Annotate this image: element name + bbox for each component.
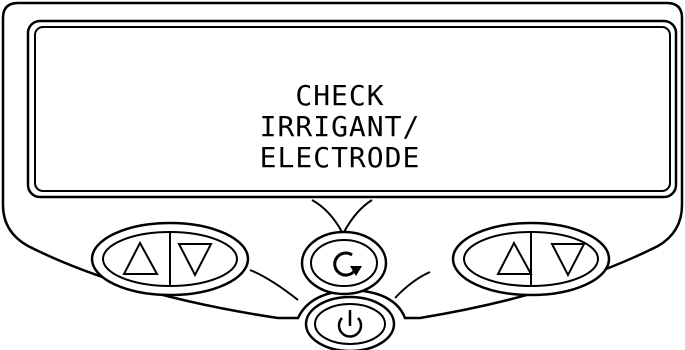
lcd-line-2: IRRIGANT/ [259,110,421,143]
lcd-line-3: ELECTRODE [259,141,421,174]
right-arrow-buttons[interactable] [451,221,611,297]
lcd-line-1: CHECK [295,79,385,112]
power-button[interactable] [304,295,396,350]
device-panel [1,1,684,350]
left-arrow-buttons[interactable] [90,221,250,297]
cycle-button[interactable] [300,230,388,296]
lcd-message: CHECK IRRIGANT/ ELECTRODE [40,80,640,173]
